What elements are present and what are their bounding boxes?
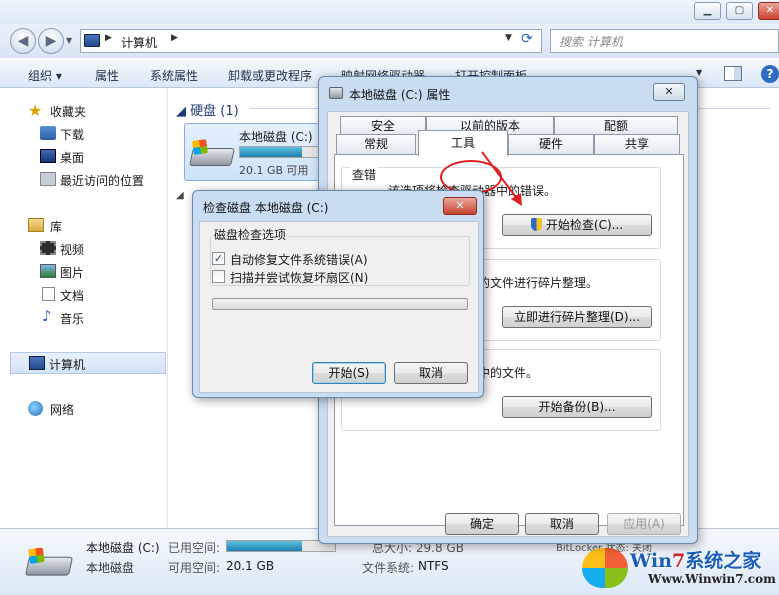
fix-errors-checkbox[interactable]: ✓: [212, 252, 225, 265]
nav-videos[interactable]: 视频: [0, 238, 168, 260]
error-check-label: 查错: [350, 166, 379, 183]
breadcrumb-computer[interactable]: 计算机: [121, 34, 157, 51]
tab-security[interactable]: 安全: [340, 116, 426, 136]
tab-general[interactable]: 常规: [336, 134, 416, 154]
nav-recent[interactable]: 最近访问的位置: [0, 169, 168, 191]
tab-quota[interactable]: 配额: [554, 116, 678, 136]
address-bar[interactable]: ▶ 计算机 ▶ ▼ ⟳: [80, 29, 542, 53]
cancel-button[interactable]: 取消: [394, 362, 468, 384]
check-progress-bar: [212, 298, 468, 310]
network-icon: [28, 401, 43, 416]
watermark-title: Win7系统之家: [630, 550, 762, 572]
nav-pictures[interactable]: 图片: [0, 261, 168, 283]
downloads-folder-icon: [40, 126, 56, 140]
minimize-button[interactable]: ▁: [694, 2, 721, 20]
watermark-url: Www.Winwin7.com: [648, 572, 776, 586]
computer-icon: [84, 34, 100, 47]
check-disk-dialog: 检查磁盘 本地磁盘 (C:) ✕ 磁盘检查选项 ✓ 自动修复文件系统错误(A) …: [192, 190, 484, 398]
breadcrumb-arrow-icon[interactable]: ▶: [105, 33, 112, 43]
back-button[interactable]: ◀: [10, 28, 36, 54]
nav-music[interactable]: ♪ 音乐: [0, 307, 168, 329]
defrag-now-button[interactable]: 立即进行碎片整理(D)...: [502, 306, 652, 328]
music-icon: ♪: [42, 307, 52, 325]
scan-sectors-checkbox[interactable]: [212, 270, 225, 283]
details-fs-value: NTFS: [418, 559, 449, 573]
details-used-label: 已用空间:: [168, 541, 221, 555]
start-check-button[interactable]: 开始检查(C)...: [502, 214, 652, 236]
nav-downloads[interactable]: 下载: [0, 123, 168, 145]
drive-free-space: 20.1 GB 可用: [239, 164, 309, 177]
organize-button[interactable]: 组织 ▾: [28, 67, 62, 84]
nav-documents[interactable]: 文档: [0, 284, 168, 306]
document-icon: [42, 287, 55, 301]
system-properties-button[interactable]: 系统属性: [150, 67, 198, 84]
uninstall-button[interactable]: 卸载或更改程序: [228, 67, 312, 84]
details-used-fill: [227, 541, 302, 551]
computer-icon: [29, 356, 45, 370]
check-options-label: 磁盘检查选项: [212, 226, 289, 243]
navigation-pane: ★ 收藏夹 下载 桌面 最近访问的位置 库 视频 图片 文档 ♪ 音乐 计算机 网络: [0, 88, 168, 528]
properties-titlebar[interactable]: 本地磁盘 (C:) 属性: [329, 83, 689, 107]
drive-capacity-fill: [240, 147, 303, 157]
backup-now-button[interactable]: 开始备份(B)...: [502, 396, 652, 418]
apply-button[interactable]: 应用(A): [607, 513, 681, 535]
tab-sharing[interactable]: 共享: [594, 134, 680, 154]
preview-pane-icon[interactable]: [724, 66, 742, 81]
help-icon[interactable]: ?: [761, 65, 779, 83]
breadcrumb-arrow-icon[interactable]: ▶: [171, 33, 178, 43]
details-drive-name: 本地磁盘 (C:): [86, 541, 160, 555]
close-button[interactable]: ✕: [758, 2, 779, 20]
nav-network[interactable]: 网络: [0, 398, 168, 420]
details-drive-type: 本地磁盘: [86, 561, 135, 575]
check-disk-panel: 磁盘检查选项 ✓ 自动修复文件系统错误(A) 扫描并尝试恢复坏扇区(N) 开始(…: [199, 221, 479, 393]
star-icon: ★: [28, 101, 43, 120]
address-dropdown-icon[interactable]: ▼: [505, 33, 512, 43]
hard-drive-icon: [24, 547, 74, 577]
hard-drive-icon: [189, 139, 235, 168]
details-free-value: 20.1 GB: [226, 559, 275, 573]
nav-desktop[interactable]: 桌面: [0, 146, 168, 168]
library-icon: [28, 218, 44, 232]
recent-places-icon: [40, 172, 56, 186]
refresh-icon[interactable]: ⟳: [521, 31, 533, 47]
maximize-button[interactable]: ▢: [726, 2, 753, 20]
ok-button[interactable]: 确定: [445, 513, 519, 535]
details-free-label: 可用空间:: [168, 561, 221, 575]
address-row: ◀ ▶ ▼ ▶ 计算机 ▶ ▼ ⟳ 搜索 计算机: [0, 24, 779, 58]
hard-drive-icon: [329, 87, 343, 99]
search-input[interactable]: 搜索 计算机: [559, 33, 623, 50]
cancel-button[interactable]: 取消: [525, 513, 599, 535]
drive-name: 本地磁盘 (C:): [239, 130, 313, 144]
window-titlebar: [0, 0, 779, 24]
windows-logo-icon: [582, 548, 628, 588]
forward-button[interactable]: ▶: [38, 28, 64, 54]
picture-icon: [40, 264, 56, 278]
properties-button[interactable]: 属性: [95, 67, 119, 84]
start-button[interactable]: 开始(S): [312, 362, 386, 384]
nav-favorites[interactable]: ★ 收藏夹: [0, 100, 168, 122]
drive-c-tile[interactable]: 本地磁盘 (C:) 20.1 GB 可用: [184, 123, 334, 181]
check-disk-title: 检查磁盘 本地磁盘 (C:): [203, 201, 329, 215]
properties-title: 本地磁盘 (C:) 属性: [349, 88, 451, 102]
close-icon[interactable]: ✕: [653, 83, 685, 101]
group-expander-icon[interactable]: ◢: [176, 190, 184, 201]
search-box[interactable]: 搜索 计算机: [550, 29, 779, 53]
view-dropdown-icon[interactable]: ▼: [696, 68, 702, 77]
desktop-icon: [40, 149, 56, 163]
video-icon: [40, 241, 56, 255]
details-fs-label: 文件系统:: [362, 561, 415, 575]
group-header-hard-disks[interactable]: ◢ 硬盘 (1): [176, 100, 239, 119]
close-icon[interactable]: ✕: [443, 197, 477, 215]
history-dropdown-icon[interactable]: ▼: [66, 36, 72, 45]
nav-libraries[interactable]: 库: [0, 215, 168, 237]
nav-computer[interactable]: 计算机: [10, 352, 166, 374]
annotation-arrow: [481, 151, 522, 206]
uac-shield-icon: [530, 218, 542, 231]
